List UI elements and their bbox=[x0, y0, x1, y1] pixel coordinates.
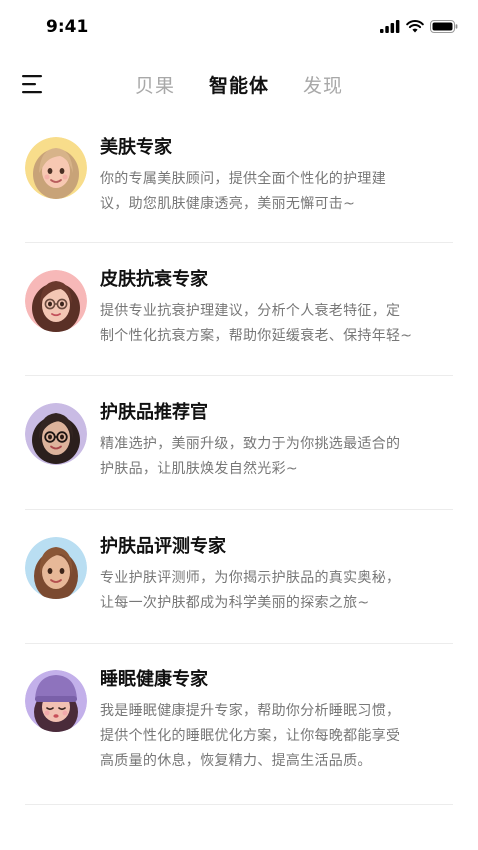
agent-item-product-reviewer[interactable]: 护肤品评测专家 专业护肤评测师，为你揭示护肤品的真实奥秘， 让每一次护肤都成为科… bbox=[25, 510, 453, 644]
avatar bbox=[25, 270, 87, 332]
agent-item-product-recommender[interactable]: 护肤品推荐官 精准选护，美丽升级，致力于为你挑选最适合的 护肤品，让肌肤焕发自然… bbox=[25, 376, 453, 510]
agent-item-antiaging-expert[interactable]: 皮肤抗衰专家 提供专业抗衰护理建议，分析个人衰老特征，定 制个性化抗衰方案，帮助… bbox=[25, 243, 453, 376]
signal-icon bbox=[380, 20, 400, 33]
tab-agents[interactable]: 智能体 bbox=[209, 71, 269, 98]
agent-description: 提供专业抗衰护理建议，分析个人衰老特征，定 制个性化抗衰方案，帮助你延缓衰老、保… bbox=[100, 303, 413, 344]
tab-bar: 贝果 智能体 发现 bbox=[0, 71, 478, 98]
agent-title: 护肤品评测专家 bbox=[100, 536, 226, 557]
agent-description: 我是睡眠健康提升专家，帮助你分析睡眠习惯， 提供个性化的睡眠优化方案，让你每晚都… bbox=[100, 703, 401, 769]
wifi-icon bbox=[406, 20, 424, 33]
avatar bbox=[25, 137, 87, 199]
agent-item-beauty-expert[interactable]: 美肤专家 你的专属美肤顾问，提供全面个性化的护理建 议，助您肌肤健康透亮，美丽无… bbox=[25, 112, 453, 243]
agent-list: 美肤专家 你的专属美肤顾问，提供全面个性化的护理建 议，助您肌肤健康透亮，美丽无… bbox=[25, 112, 453, 805]
top-nav: 贝果 智能体 发现 bbox=[0, 62, 478, 106]
status-time: 9:41 bbox=[46, 17, 89, 37]
agent-title: 皮肤抗衰专家 bbox=[100, 269, 208, 290]
agent-title: 护肤品推荐官 bbox=[100, 402, 208, 423]
avatar bbox=[25, 403, 87, 465]
agent-description: 精准选护，美丽升级，致力于为你挑选最适合的 护肤品，让肌肤焕发自然光彩~ bbox=[100, 436, 401, 477]
avatar bbox=[25, 537, 87, 599]
tab-beiguo[interactable]: 贝果 bbox=[135, 71, 175, 98]
agent-item-sleep-expert[interactable]: 睡眠健康专家 我是睡眠健康提升专家，帮助你分析睡眠习惯， 提供个性化的睡眠优化方… bbox=[25, 644, 453, 805]
battery-icon bbox=[430, 20, 458, 33]
agent-title: 美肤专家 bbox=[100, 137, 172, 158]
tab-discover[interactable]: 发现 bbox=[303, 71, 343, 98]
agent-description: 你的专属美肤顾问，提供全面个性化的护理建 议，助您肌肤健康透亮，美丽无懈可击~ bbox=[100, 171, 386, 212]
status-icons bbox=[380, 20, 458, 33]
agent-title: 睡眠健康专家 bbox=[100, 669, 208, 690]
status-bar: 9:41 bbox=[0, 0, 478, 58]
avatar bbox=[25, 670, 87, 732]
agent-description: 专业护肤评测师，为你揭示护肤品的真实奥秘， 让每一次护肤都成为科学美丽的探索之旅… bbox=[100, 570, 401, 611]
